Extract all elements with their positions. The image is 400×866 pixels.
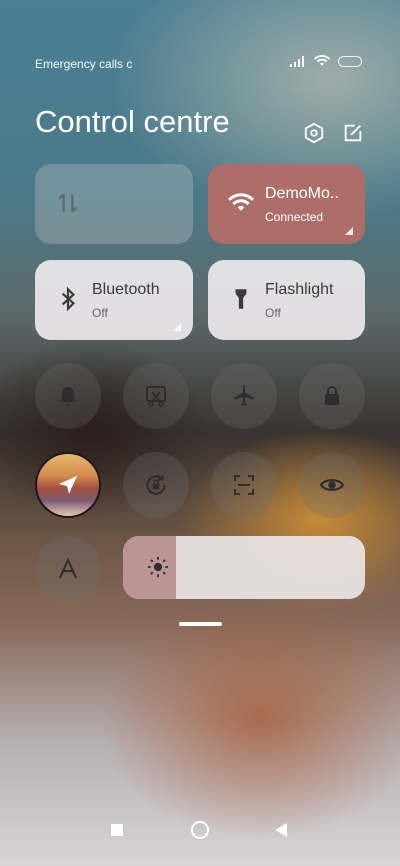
back-triangle-icon[interactable]	[275, 823, 289, 837]
mobile-data-icon	[58, 193, 78, 213]
screenshot-toggle[interactable]	[123, 363, 189, 429]
lock-screen-toggle[interactable]	[299, 363, 365, 429]
location-arrow-icon	[59, 476, 77, 494]
airplane-mode-toggle[interactable]	[211, 363, 277, 429]
flashlight-status: Off	[265, 306, 281, 320]
wifi-status-icon	[314, 55, 330, 66]
bluetooth-status: Off	[92, 306, 108, 320]
lock-icon	[325, 386, 339, 405]
location-toggle[interactable]	[35, 452, 101, 518]
font-size-toggle[interactable]	[35, 536, 101, 602]
drag-handle[interactable]	[179, 622, 222, 626]
wifi-status: Connected	[265, 210, 324, 224]
eye-icon	[319, 479, 345, 491]
flashlight-tile[interactable]: Flashlight Off	[208, 260, 365, 340]
expand-corner-icon	[345, 227, 353, 235]
signal-icon	[290, 55, 304, 67]
carrier-text: Emergency calls c	[35, 57, 133, 71]
expand-corner-icon	[173, 323, 181, 331]
wifi-label: DemoMo..	[265, 185, 339, 202]
navigation-bar	[0, 816, 400, 844]
scan-icon	[234, 475, 254, 495]
airplane-icon	[234, 385, 254, 406]
mute-toggle[interactable]	[35, 363, 101, 429]
edit-icon[interactable]	[342, 122, 364, 144]
wifi-icon	[228, 193, 254, 211]
bluetooth-icon	[61, 286, 75, 312]
scissors-screenshot-icon	[146, 386, 166, 407]
battery-icon	[338, 55, 362, 67]
wifi-tile[interactable]: DemoMo.. Connected	[208, 164, 365, 244]
page-title: Control centre	[35, 104, 230, 139]
brightness-slider[interactable]	[123, 536, 365, 599]
bluetooth-tile[interactable]: Bluetooth Off	[35, 260, 193, 340]
flashlight-icon	[235, 289, 247, 309]
sun-icon	[147, 556, 169, 578]
scanner-toggle[interactable]	[211, 452, 277, 518]
rotation-lock-toggle[interactable]	[123, 452, 189, 518]
flashlight-label: Flashlight	[265, 281, 334, 298]
reading-mode-toggle[interactable]	[299, 452, 365, 518]
settings-icon[interactable]	[303, 122, 325, 144]
bell-icon	[60, 387, 76, 406]
rotation-lock-icon	[146, 475, 166, 495]
status-bar: Emergency calls c	[35, 55, 362, 75]
font-a-icon	[59, 557, 77, 579]
mobile-data-tile[interactable]	[35, 164, 193, 244]
home-circle-icon[interactable]	[191, 821, 209, 839]
bluetooth-label: Bluetooth	[92, 281, 160, 298]
recents-square-icon[interactable]	[111, 824, 123, 836]
